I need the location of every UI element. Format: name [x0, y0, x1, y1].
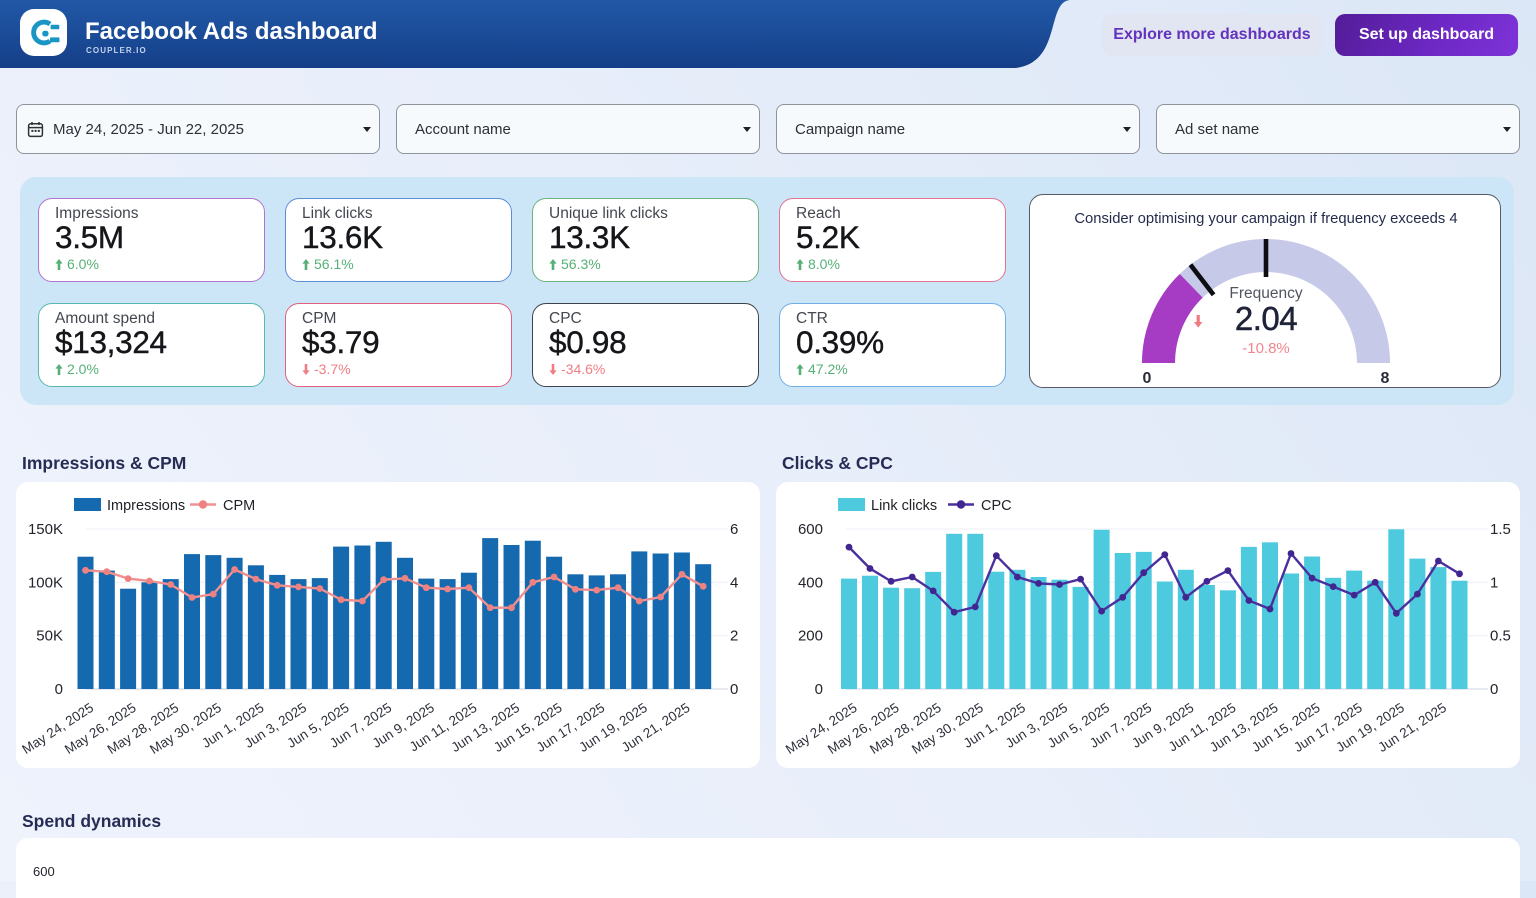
svg-text:Impressions: Impressions — [107, 498, 185, 514]
svg-text:1: 1 — [1490, 574, 1498, 591]
svg-text:0: 0 — [1490, 681, 1498, 698]
svg-text:1.5: 1.5 — [1490, 521, 1511, 538]
svg-text:0.5: 0.5 — [1490, 628, 1511, 645]
svg-text:2.04: 2.04 — [1235, 300, 1297, 337]
svg-text:400: 400 — [798, 574, 823, 591]
svg-text:200: 200 — [798, 628, 823, 645]
svg-text:May 24, 2025: May 24, 2025 — [19, 700, 96, 757]
svg-text:8: 8 — [1381, 370, 1390, 387]
svg-text:0: 0 — [55, 681, 63, 698]
svg-text:0: 0 — [1143, 370, 1152, 387]
svg-text:CPC: CPC — [981, 498, 1012, 514]
svg-text:0: 0 — [815, 681, 823, 698]
svg-text:100K: 100K — [28, 574, 63, 591]
svg-text:4: 4 — [730, 574, 738, 591]
svg-text:0: 0 — [730, 681, 738, 698]
svg-text:50K: 50K — [36, 628, 63, 645]
svg-text:6: 6 — [730, 521, 738, 538]
svg-text:600: 600 — [798, 521, 823, 538]
svg-text:2: 2 — [730, 628, 738, 645]
svg-text:-10.8%: -10.8% — [1242, 340, 1290, 357]
svg-text:Link clicks: Link clicks — [871, 498, 937, 514]
svg-text:150K: 150K — [28, 521, 63, 538]
svg-text:CPM: CPM — [223, 498, 255, 514]
